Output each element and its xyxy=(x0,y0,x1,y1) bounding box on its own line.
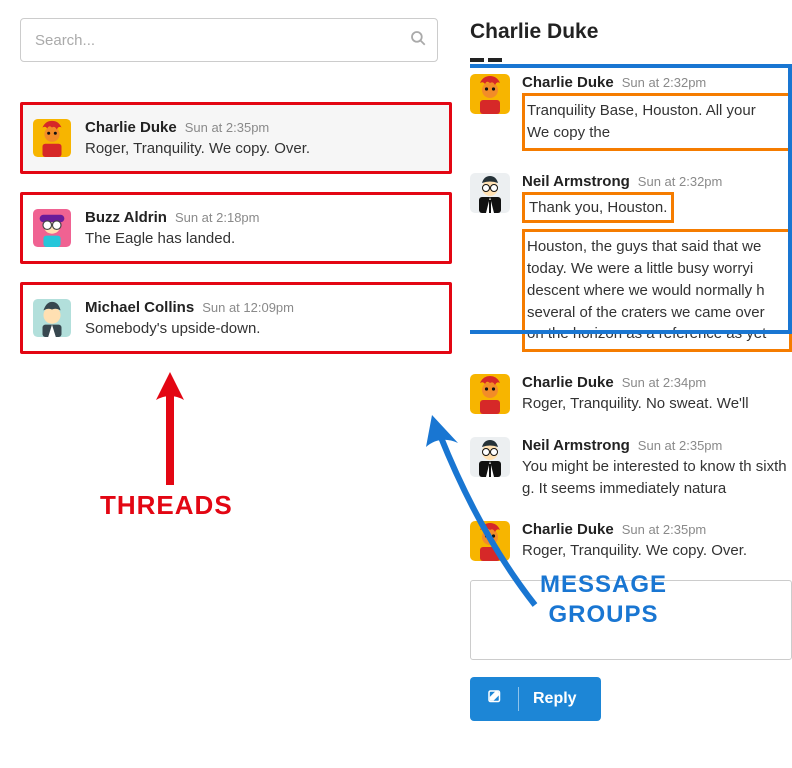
reply-input[interactable] xyxy=(470,580,792,660)
thread-preview: Roger, Tranquility. We copy. Over. xyxy=(85,140,439,157)
annotation-arrow-icon xyxy=(150,370,190,490)
message-author: Neil Armstrong xyxy=(522,173,630,190)
message-time: Sun at 2:32pm xyxy=(638,174,723,189)
reply-button[interactable]: Reply xyxy=(470,677,601,721)
annotation-label: THREADS xyxy=(100,490,233,521)
message-list: Charlie Duke Sun at 2:32pm Tranquility B… xyxy=(470,64,792,574)
reply-button-label: Reply xyxy=(533,690,577,708)
message-time: Sun at 2:32pm xyxy=(622,75,707,90)
avatar xyxy=(33,299,71,337)
thread-preview: Somebody's upside-down. xyxy=(85,320,439,337)
avatar xyxy=(470,437,510,477)
avatar xyxy=(470,521,510,561)
thread-time: Sun at 2:18pm xyxy=(175,210,260,225)
message-text: Thank you, Houston. xyxy=(522,192,674,224)
message-author: Charlie Duke xyxy=(522,374,614,391)
thread-list: Charlie Duke Sun at 2:35pm Roger, Tranqu… xyxy=(20,102,450,354)
message-text: You might be interested to know th sixth… xyxy=(522,456,792,500)
thread-preview: The Eagle has landed. xyxy=(85,230,439,247)
message-group: Neil Armstrong Sun at 2:35pm You might b… xyxy=(470,427,792,512)
thread-item[interactable]: Michael Collins Sun at 12:09pm Somebody'… xyxy=(20,282,452,354)
message-author: Charlie Duke xyxy=(522,521,614,538)
message-text: Tranquility Base, Houston. All your We c… xyxy=(522,93,792,151)
thread-time: Sun at 12:09pm xyxy=(202,300,294,315)
message-author: Neil Armstrong xyxy=(522,437,630,454)
avatar xyxy=(33,209,71,247)
search-button[interactable] xyxy=(398,18,438,62)
thread-item[interactable]: Buzz Aldrin Sun at 2:18pm The Eagle has … xyxy=(20,192,452,264)
message-text: Roger, Tranquility. We copy. Over. xyxy=(522,540,792,562)
compose-icon xyxy=(486,688,504,711)
message-time: Sun at 2:34pm xyxy=(622,375,707,390)
avatar xyxy=(470,74,510,114)
message-time: Sun at 2:35pm xyxy=(638,438,723,453)
thread-author: Charlie Duke xyxy=(85,119,177,136)
message-group: Neil Armstrong Sun at 2:32pm Thank you, … xyxy=(470,163,792,365)
drag-handle-icon xyxy=(470,58,792,62)
thread-time: Sun at 2:35pm xyxy=(185,120,270,135)
search-input[interactable] xyxy=(20,18,438,62)
message-text: Houston, the guys that said that we toda… xyxy=(522,229,792,352)
search-icon xyxy=(409,29,427,52)
message-group: Charlie Duke Sun at 2:34pm Roger, Tranqu… xyxy=(470,364,792,427)
thread-author: Buzz Aldrin xyxy=(85,209,167,226)
message-group: Charlie Duke Sun at 2:35pm Roger, Tranqu… xyxy=(470,511,792,574)
conversation-title: Charlie Duke xyxy=(470,0,792,58)
avatar xyxy=(470,173,510,213)
search-field[interactable] xyxy=(20,18,438,62)
message-time: Sun at 2:35pm xyxy=(622,522,707,537)
message-group: Charlie Duke Sun at 2:32pm Tranquility B… xyxy=(470,64,792,163)
message-author: Charlie Duke xyxy=(522,74,614,91)
avatar xyxy=(33,119,71,157)
avatar xyxy=(470,374,510,414)
thread-author: Michael Collins xyxy=(85,299,194,316)
message-text: Roger, Tranquility. No sweat. We'll xyxy=(522,393,792,415)
thread-item[interactable]: Charlie Duke Sun at 2:35pm Roger, Tranqu… xyxy=(20,102,452,174)
